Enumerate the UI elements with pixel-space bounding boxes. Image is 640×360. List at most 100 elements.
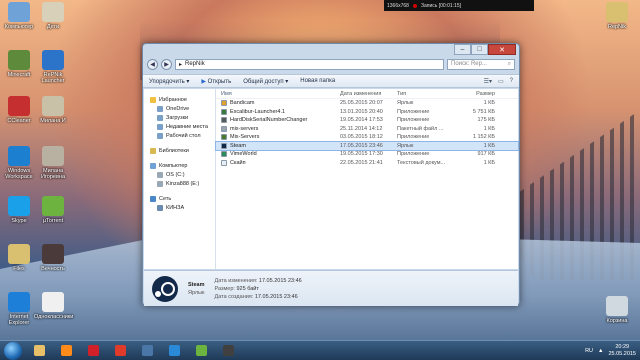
desktop-icon[interactable]: Компьютер <box>0 2 38 30</box>
help-icon[interactable]: ? <box>510 78 513 85</box>
desktop-icon[interactable]: CCleaner <box>0 96 38 124</box>
taskbar-vk-button[interactable] <box>136 343 158 359</box>
desktop-icon[interactable]: Милана Игоревна <box>34 146 72 180</box>
media-player-icon <box>60 345 72 356</box>
nav-item[interactable]: OneDrive <box>144 104 215 113</box>
file-list[interactable]: Имя Дата изменения Тип Размер Bandicam 25… <box>215 89 519 269</box>
desktop-icon[interactable]: Files <box>0 244 38 272</box>
file-size: 1 КБ <box>483 125 495 132</box>
folder-icon <box>157 132 163 139</box>
desktop-icon[interactable]: Дети <box>34 2 72 30</box>
close-button[interactable]: ✕ <box>488 44 516 55</box>
file-name: VimeWorld <box>230 151 257 158</box>
nav-item-label: Недавние места <box>166 123 208 130</box>
explorer-window[interactable]: – □ ✕ ◀ ▶ ▸ RepNik Поиск: Rep... ⌕ Упоря… <box>142 43 520 306</box>
taskbar-explorer-button[interactable] <box>28 343 50 359</box>
desktop-icon[interactable]: Windows Workspace <box>0 146 38 180</box>
desktop-icon[interactable]: Одноклассники <box>34 292 73 320</box>
forward-button[interactable]: ▶ <box>161 58 172 70</box>
taskbar-utorrent-button[interactable] <box>190 343 212 359</box>
file-name-cell: Скайп <box>216 159 340 166</box>
nav-computer-label: Компьютер <box>159 162 188 169</box>
file-row[interactable]: Mix-Servers 03.05.2015 18:12 Приложение 1 1… <box>216 133 518 142</box>
search-placeholder: Поиск: Rep... <box>451 61 487 67</box>
nav-item[interactable]: КИНЗА <box>144 203 215 212</box>
breadcrumb[interactable]: RepNik <box>185 61 205 67</box>
address-bar[interactable]: ▸ RepNik <box>175 58 444 70</box>
maximize-button[interactable]: □ <box>471 44 488 55</box>
taskbar-media-button[interactable] <box>217 343 239 359</box>
desktop-icon-label: Милана И <box>40 118 66 124</box>
tray-arrow-icon[interactable]: ▲ <box>598 348 603 354</box>
nav-libraries[interactable]: Библиотеки <box>144 146 215 155</box>
nav-item[interactable]: Рабочий стол <box>144 131 215 140</box>
back-button[interactable]: ◀ <box>147 58 158 70</box>
nav-libraries-label: Библиотеки <box>159 147 189 154</box>
navigation-pane[interactable]: Избранное OneDrive Загрузки Недавние места… <box>144 89 216 269</box>
shortcut-icon <box>42 244 64 264</box>
nav-item[interactable]: Kinza888 (E:) <box>144 179 215 188</box>
column-type[interactable]: Тип <box>397 91 455 97</box>
nav-favorites[interactable]: Избранное <box>144 95 215 104</box>
desktop-icon[interactable]: RepNik <box>598 2 636 30</box>
desktop-icon[interactable]: Skype <box>0 196 38 224</box>
file-date: 13.01.2015 20:40 <box>340 108 383 115</box>
view-options-icon[interactable]: ☰▾ <box>484 78 492 85</box>
file-type: Приложение <box>397 151 430 158</box>
share-button[interactable]: Общий доступ ▾ <box>243 78 288 85</box>
file-name-cell: Steam <box>216 142 340 149</box>
file-row[interactable]: mix-servers 25.11.2014 14:12 Пакетный файл… <box>216 125 518 134</box>
nav-item[interactable]: Загрузки <box>144 113 215 122</box>
taskbar-opera-button[interactable] <box>82 343 104 359</box>
file-row[interactable]: Excalibur-Launcher4.1 13.01.2015 20:40 При… <box>216 108 518 117</box>
taskbar-media-player-button[interactable] <box>55 343 77 359</box>
desktop-icon-label: Дети <box>46 24 60 30</box>
title-bar[interactable]: – □ ✕ <box>143 44 519 57</box>
file-size: 1 КБ <box>483 142 495 149</box>
start-button[interactable] <box>4 341 22 360</box>
desktop-icon[interactable]: Internet Explorer <box>0 292 38 326</box>
desktop-icon[interactable]: µTorrent <box>34 196 72 224</box>
file-size: 5 751 КБ <box>472 108 495 115</box>
desktop-icon[interactable]: Minecraft <box>0 50 38 78</box>
nav-item[interactable]: Недавние места <box>144 122 215 131</box>
minimize-button[interactable]: – <box>454 44 471 55</box>
organize-button[interactable]: Упорядочить ▾ <box>149 78 189 85</box>
nav-computer[interactable]: Компьютер <box>144 161 215 170</box>
open-button[interactable]: ▶ Открыть <box>201 78 231 85</box>
screen-recorder-bar[interactable]: 1366x768 Запись [00:01:15] <box>384 0 534 11</box>
nav-network-label: Сеть <box>159 195 172 202</box>
clock[interactable]: 20:29 25.05.2015 <box>608 344 636 357</box>
desktop-icon[interactable]: Милана И <box>34 96 72 124</box>
desktop-icon-label: CCleaner <box>7 118 31 124</box>
address-row: ◀ ▶ ▸ RepNik Поиск: Rep... ⌕ <box>143 57 519 71</box>
shortcut-icon <box>8 146 30 166</box>
desktop-icon[interactable]: Вечность <box>34 244 72 272</box>
folder-icon <box>157 105 163 112</box>
file-row[interactable]: HardDiskSerialNumberChanger 19.05.2014 17… <box>216 116 518 125</box>
file-row[interactable]: Bandicam 25.05.2015 20:07 Ярлык 1 КБ <box>216 99 518 108</box>
column-date[interactable]: Дата изменения <box>340 91 397 97</box>
desktop-icon[interactable]: RePNik Launcher <box>34 50 72 84</box>
file-name-cell: VimeWorld <box>216 151 340 158</box>
file-row[interactable]: Steam 17.05.2015 23:46 Ярлык 1 КБ <box>215 140 519 151</box>
view-controls: ☰▾ ▭ ? <box>484 78 513 85</box>
new-folder-button[interactable]: Новая папка <box>300 78 335 84</box>
language-indicator[interactable]: RU <box>585 348 593 354</box>
search-input[interactable]: Поиск: Rep... ⌕ <box>447 58 515 70</box>
file-row[interactable]: VimeWorld 19.05.2015 17:30 Приложение 917 К… <box>216 150 518 159</box>
file-row[interactable]: Скайп 22.05.2015 21:41 Текстовый докум... 1… <box>216 159 518 168</box>
taskbar-ie-button[interactable] <box>163 343 185 359</box>
taskbar-yandex-button[interactable] <box>109 343 131 359</box>
file-icon <box>221 151 227 158</box>
column-size[interactable]: Размер <box>455 91 495 97</box>
preview-pane-icon[interactable]: ▭ <box>498 78 504 85</box>
star-icon <box>150 96 156 103</box>
nav-item[interactable]: OS (C:) <box>144 170 215 179</box>
nav-network[interactable]: Сеть <box>144 194 215 203</box>
desktop-icon-label: Вечность <box>41 266 65 272</box>
desktop-icon[interactable]: Корзина <box>598 296 636 324</box>
column-name[interactable]: Имя <box>216 91 340 97</box>
nav-item-label: OneDrive <box>166 105 190 112</box>
file-name: mix-servers <box>230 125 259 132</box>
